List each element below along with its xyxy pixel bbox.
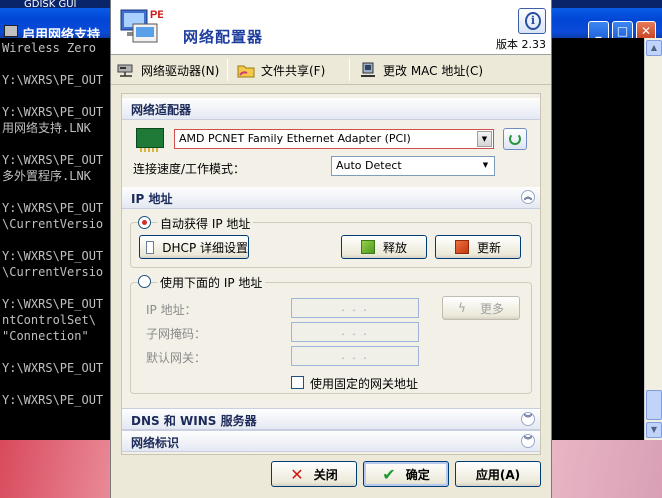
gateway-field[interactable]: . . . bbox=[291, 346, 419, 366]
console-line: 用网络支持.LNK bbox=[2, 121, 91, 135]
close-button[interactable]: ✕ 关闭 bbox=[271, 461, 357, 487]
toolbar: 网络驱动器(N) 文件共享(F) 更改 MAC 地址(C) bbox=[111, 55, 551, 85]
renew-icon bbox=[454, 240, 469, 254]
toolbar-separator bbox=[227, 59, 228, 81]
about-button[interactable]: i bbox=[518, 8, 546, 34]
console-line: \CurrentVersio bbox=[2, 265, 104, 279]
dialog-header: PE 网络配置器 i 版本 2.33 bbox=[111, 0, 551, 55]
document-icon bbox=[146, 240, 155, 254]
refresh-icon bbox=[509, 133, 521, 145]
console-line: Y:\WXRS\PE_OUT bbox=[2, 361, 104, 375]
file-sharing-button[interactable]: 文件共享(F) bbox=[233, 58, 345, 82]
adapter-section-title: 网络适配器 bbox=[131, 103, 192, 117]
speed-mode-select[interactable]: Auto Detect ▼ bbox=[331, 156, 495, 176]
auto-ip-label[interactable]: 自动获得 IP 地址 bbox=[157, 215, 254, 232]
refresh-adapters-button[interactable] bbox=[503, 128, 527, 150]
speed-mode-label: 连接速度/工作模式： bbox=[133, 162, 246, 176]
release-button[interactable]: 释放 bbox=[341, 235, 427, 259]
network-drives-label: 网络驱动器(N) bbox=[141, 63, 220, 78]
console-line: \CurrentVersio bbox=[2, 217, 104, 231]
change-mac-label: 更改 MAC 地址(C) bbox=[383, 63, 484, 78]
dns-wins-section-header[interactable]: DNS 和 WINS 服务器 ︾ bbox=[122, 408, 540, 430]
chevron-down-icon[interactable]: ▼ bbox=[478, 158, 493, 174]
network-id-section-header[interactable]: 网络标识 ︾ bbox=[122, 430, 540, 452]
adapter-select-value: AMD PCNET Family Ethernet Adapter (PCI) bbox=[179, 132, 411, 145]
info-icon: i bbox=[525, 12, 541, 30]
toolbar-separator bbox=[349, 59, 350, 81]
scroll-up-arrow[interactable]: ▲ bbox=[646, 40, 662, 56]
ip-address-field[interactable]: . . . bbox=[291, 298, 419, 318]
network-card-icon bbox=[359, 62, 377, 78]
logo-text: PE bbox=[150, 9, 163, 21]
apply-button[interactable]: 应用(A) bbox=[455, 461, 541, 487]
adapter-section-header: 网络适配器 bbox=[122, 98, 540, 120]
gateway-label: 默认网关： bbox=[146, 351, 207, 365]
speed-mode-value: Auto Detect bbox=[336, 159, 402, 172]
network-adapter-icon bbox=[136, 128, 164, 152]
subnet-mask-field[interactable]: . . . bbox=[291, 322, 419, 342]
console-line: Wireless Zero bbox=[2, 41, 96, 55]
ip-section-header[interactable]: IP 地址 ︽ bbox=[122, 187, 540, 209]
apply-label: 应用(A) bbox=[475, 467, 521, 482]
console-line: 多外置程序.LNK bbox=[2, 169, 91, 183]
lightning-icon: ϟ bbox=[457, 301, 466, 315]
release-icon bbox=[360, 240, 375, 254]
network-drive-icon bbox=[117, 62, 135, 78]
network-drives-button[interactable]: 网络驱动器(N) bbox=[113, 58, 223, 82]
network-id-section-title: 网络标识 bbox=[131, 436, 180, 450]
dns-wins-section-title: DNS 和 WINS 服务器 bbox=[131, 414, 257, 428]
dialog-title: 网络配置器 bbox=[183, 28, 264, 46]
checkmark-icon: ✔ bbox=[382, 464, 396, 484]
dhcp-details-button[interactable]: DHCP 详细设置 bbox=[139, 235, 249, 259]
close-x-icon: ✕ bbox=[290, 464, 304, 484]
expand-down-icon[interactable]: ︾ bbox=[521, 412, 535, 426]
auto-ip-radio[interactable] bbox=[138, 216, 151, 229]
manual-ip-radio[interactable] bbox=[138, 275, 151, 288]
release-label: 释放 bbox=[382, 240, 407, 255]
chevron-down-icon[interactable]: ▼ bbox=[477, 131, 492, 147]
shared-folder-icon bbox=[237, 62, 255, 78]
dhcp-details-label: DHCP 详细设置 bbox=[162, 240, 248, 255]
console-line: Y:\WXRS\PE_OUT bbox=[2, 393, 104, 407]
change-mac-button[interactable]: 更改 MAC 地址(C) bbox=[355, 58, 485, 82]
more-label: 更多 bbox=[479, 301, 504, 316]
ok-label: 确定 bbox=[405, 467, 430, 482]
scroll-down-arrow[interactable]: ▼ bbox=[646, 422, 662, 438]
console-scrollbar[interactable]: ▲ ▼ bbox=[644, 38, 662, 440]
more-button[interactable]: ϟ 更多 bbox=[442, 296, 520, 320]
ok-button[interactable]: ✔ 确定 bbox=[363, 461, 449, 487]
fixed-gateway-label[interactable]: 使用固定的网关地址 bbox=[310, 375, 418, 392]
scroll-thumb[interactable] bbox=[646, 390, 662, 420]
version-label: 版本 2.33 bbox=[496, 38, 546, 51]
close-label: 关闭 bbox=[313, 467, 338, 482]
settings-panel: 网络适配器 AMD PCNET Family Ethernet Adapter … bbox=[121, 93, 541, 455]
app-logo-icon: PE bbox=[120, 9, 163, 43]
console-icon bbox=[4, 25, 18, 37]
network-config-dialog: PE 网络配置器 i 版本 2.33 网络驱动器(N) 文件共享(F) 更改 M… bbox=[110, 0, 552, 498]
adapter-select[interactable]: AMD PCNET Family Ethernet Adapter (PCI) … bbox=[174, 129, 494, 149]
subnet-mask-label: 子网掩码： bbox=[146, 327, 207, 341]
ip-address-label: IP 地址： bbox=[146, 303, 197, 317]
manual-ip-label[interactable]: 使用下面的 IP 地址 bbox=[157, 274, 266, 291]
console-line: Y:\WXRS\PE_OUT bbox=[2, 73, 104, 87]
ip-section-title: IP 地址 bbox=[131, 192, 173, 206]
renew-button[interactable]: 更新 bbox=[435, 235, 521, 259]
expand-down-icon[interactable]: ︾ bbox=[521, 434, 535, 448]
file-sharing-label: 文件共享(F) bbox=[261, 63, 326, 78]
console-line: "Connection" bbox=[2, 329, 89, 343]
fixed-gateway-checkbox[interactable] bbox=[291, 376, 304, 389]
renew-label: 更新 bbox=[476, 240, 501, 255]
collapse-up-icon[interactable]: ︽ bbox=[521, 190, 535, 204]
